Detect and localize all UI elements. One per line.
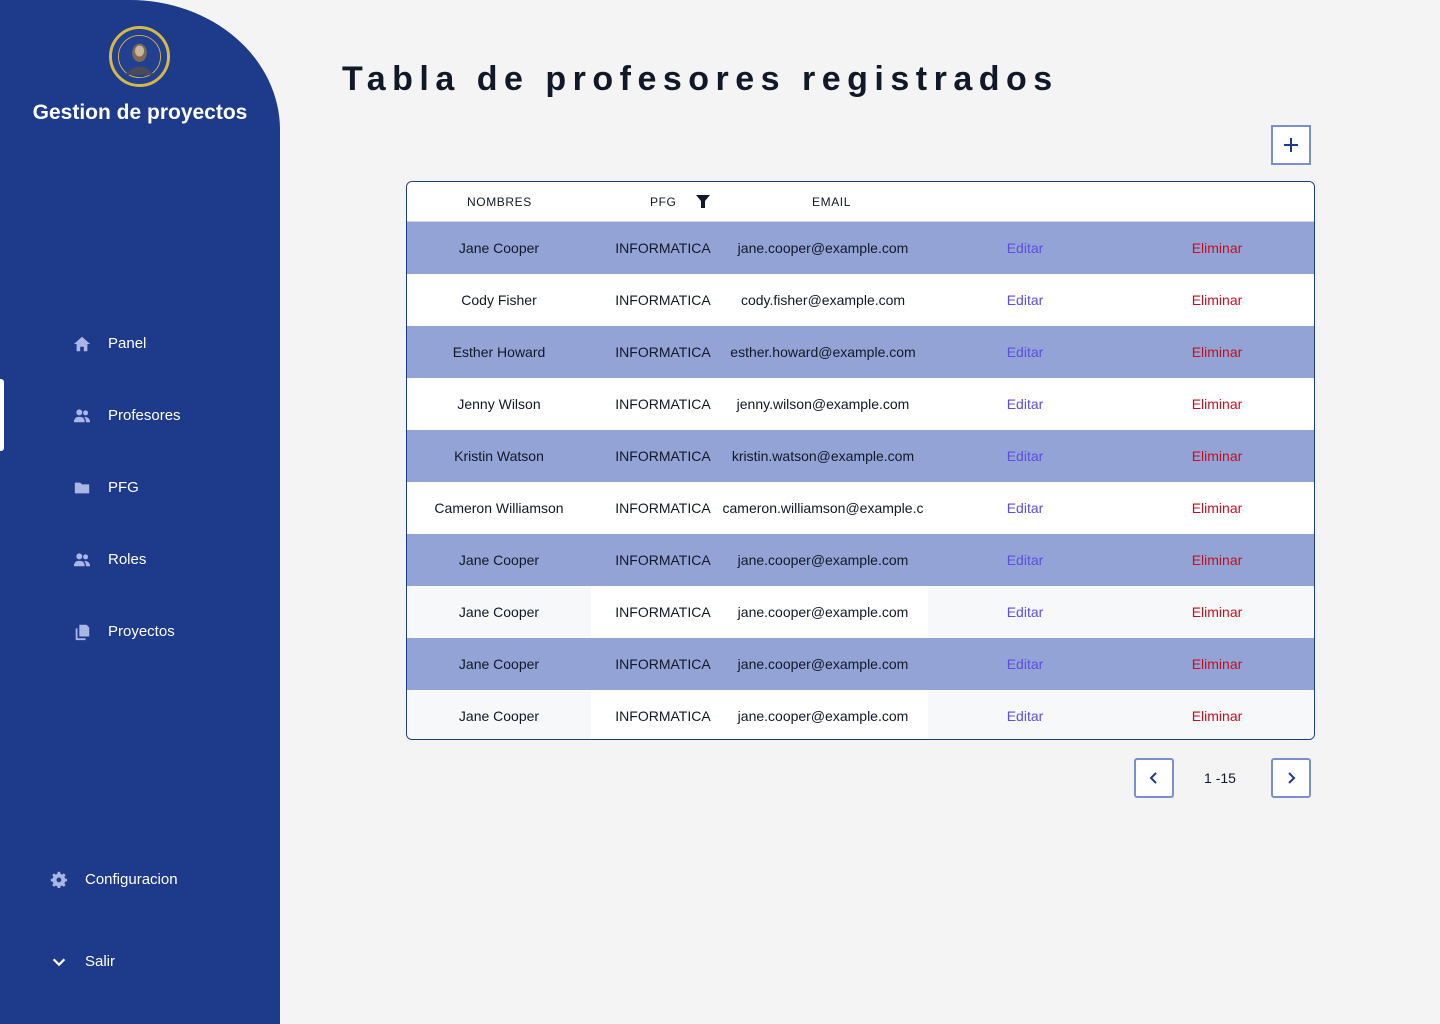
sidebar-item-label: PFG [108, 479, 139, 496]
cell-name: Cameron Williamson [434, 500, 564, 516]
cell-name: Jane Cooper [458, 708, 540, 724]
edit-link[interactable]: Editar [967, 586, 1083, 638]
cell-email: kristin.watson@example.com [731, 448, 915, 464]
sidebar-item-label: Proyectos [108, 623, 175, 640]
gear-icon [49, 870, 69, 890]
cell-email: cody.fisher@example.com [740, 292, 906, 308]
cell-pfg: INFORMATICA [591, 690, 735, 739]
cell-name: Kristin Watson [454, 448, 544, 464]
delete-link[interactable]: Eliminar [1159, 274, 1275, 326]
delete-link[interactable]: Eliminar [1159, 222, 1275, 274]
edit-link[interactable]: Editar [967, 378, 1083, 430]
cell-email: jane.cooper@example.com [718, 690, 928, 739]
cell-pfg: INFORMATICA [615, 656, 711, 672]
sidebar-item-proyectos[interactable]: Proyectos [0, 612, 280, 652]
table-row: Esther Howard INFORMATICA esther.howard@ex… [407, 326, 1314, 378]
cell-name: Jane Cooper [458, 604, 540, 620]
table-row: Jane Cooper INFORMATICA jane.cooper@exampl… [407, 638, 1314, 690]
pagination-range: 1 -15 [1204, 770, 1236, 786]
table-row: Jane Cooper INFORMATICA jane.cooper@exampl… [407, 586, 1314, 638]
sidebar-item-label: Roles [108, 551, 147, 568]
edit-link[interactable]: Editar [967, 274, 1083, 326]
cell-name: Esther Howard [452, 344, 546, 360]
chevron-left-icon [1149, 772, 1157, 784]
users-icon [72, 406, 92, 426]
filter-icon[interactable] [696, 194, 710, 209]
cell-name: Jane Cooper [458, 656, 540, 672]
delete-link[interactable]: Eliminar [1159, 586, 1275, 638]
university-logo [109, 26, 170, 87]
sidebar-item-pfg[interactable]: PFG [0, 468, 280, 508]
folder-icon [72, 478, 92, 498]
users-icon [72, 550, 92, 570]
table-row: Kristin Watson INFORMATICA kristin.watson@… [407, 430, 1314, 482]
cell-email: jane.cooper@example.com [718, 586, 928, 638]
settings-button[interactable]: Configuracion [0, 860, 280, 900]
home-icon [72, 334, 92, 354]
column-header-pfg: PFG [650, 195, 677, 209]
sidebar-item-roles[interactable]: Roles [0, 540, 280, 580]
edit-link[interactable]: Editar [967, 222, 1083, 274]
sidebar-item-panel[interactable]: Panel [0, 324, 280, 364]
cell-pfg: INFORMATICA [615, 292, 711, 308]
cell-email: cameron.williamson@example.c [722, 500, 924, 516]
cell-pfg: INFORMATICA [591, 586, 735, 638]
cell-pfg: INFORMATICA [615, 240, 711, 256]
cell-email: jenny.wilson@example.com [736, 396, 910, 412]
cell-pfg: INFORMATICA [615, 500, 711, 516]
delete-link[interactable]: Eliminar [1159, 638, 1275, 690]
sidebar-item-label: Profesores [108, 407, 181, 424]
edit-link[interactable]: Editar [967, 482, 1083, 534]
table-row: Jane Cooper INFORMATICA jane.cooper@exampl… [407, 222, 1314, 274]
table-row: Jane Cooper INFORMATICA jane.cooper@exampl… [407, 690, 1314, 739]
sidebar-item-label: Panel [108, 335, 147, 352]
delete-link[interactable]: Eliminar [1159, 690, 1275, 739]
logout-button[interactable]: Salir [0, 942, 280, 982]
cell-name: Jane Cooper [458, 552, 540, 568]
cell-name: Cody Fisher [461, 292, 537, 308]
column-header-email: EMAIL [812, 195, 852, 209]
cell-name: Jane Cooper [458, 240, 540, 256]
delete-link[interactable]: Eliminar [1159, 326, 1275, 378]
cell-pfg: INFORMATICA [615, 344, 711, 360]
table-row: Jenny Wilson INFORMATICA jenny.wilson@exam… [407, 378, 1314, 430]
delete-link[interactable]: Eliminar [1159, 378, 1275, 430]
delete-link[interactable]: Eliminar [1159, 430, 1275, 482]
table-row: Cameron Williamson INFORMATICA cameron.wil… [407, 482, 1314, 534]
chevron-down-icon [49, 952, 69, 972]
cell-email: jane.cooper@example.com [737, 656, 909, 672]
cell-pfg: INFORMATICA [615, 396, 711, 412]
edit-link[interactable]: Editar [967, 326, 1083, 378]
edit-link[interactable]: Editar [967, 638, 1083, 690]
delete-link[interactable]: Eliminar [1159, 482, 1275, 534]
sidebar: Gestion de proyectos Panel Profesores PF… [0, 0, 280, 1024]
settings-label: Configuracion [85, 871, 178, 888]
cell-email: esther.howard@example.com [730, 344, 916, 360]
edit-link[interactable]: Editar [967, 690, 1083, 739]
cell-pfg: INFORMATICA [615, 448, 711, 464]
chevron-right-icon [1288, 772, 1296, 784]
edit-link[interactable]: Editar [967, 430, 1083, 482]
cell-email: jane.cooper@example.com [737, 552, 909, 568]
edit-link[interactable]: Editar [967, 534, 1083, 586]
sidebar-item-profesores[interactable]: Profesores [0, 396, 280, 436]
cell-pfg: INFORMATICA [615, 552, 711, 568]
logout-label: Salir [85, 953, 116, 970]
table-header: NOMBRES PFG EMAIL [407, 182, 1314, 222]
delete-link[interactable]: Eliminar [1159, 534, 1275, 586]
previous-page-button[interactable] [1134, 758, 1174, 798]
cell-name: Jenny Wilson [457, 396, 541, 412]
column-header-nombres: NOMBRES [467, 195, 532, 209]
seal-icon [112, 29, 167, 84]
brand-title: Gestion de proyectos [32, 101, 248, 124]
plus-icon [1284, 138, 1298, 152]
page-title: Tabla de profesores registrados [342, 60, 1059, 98]
cell-email: jane.cooper@example.com [737, 240, 909, 256]
next-page-button[interactable] [1271, 758, 1311, 798]
add-professor-button[interactable] [1271, 125, 1311, 165]
copy-icon [72, 622, 92, 642]
table-row: Jane Cooper INFORMATICA jane.cooper@exampl… [407, 534, 1314, 586]
professors-table: NOMBRES PFG EMAIL Jane Cooper INFORMATICA… [406, 181, 1315, 740]
table-row: Cody Fisher INFORMATICA cody.fisher@exampl… [407, 274, 1314, 326]
